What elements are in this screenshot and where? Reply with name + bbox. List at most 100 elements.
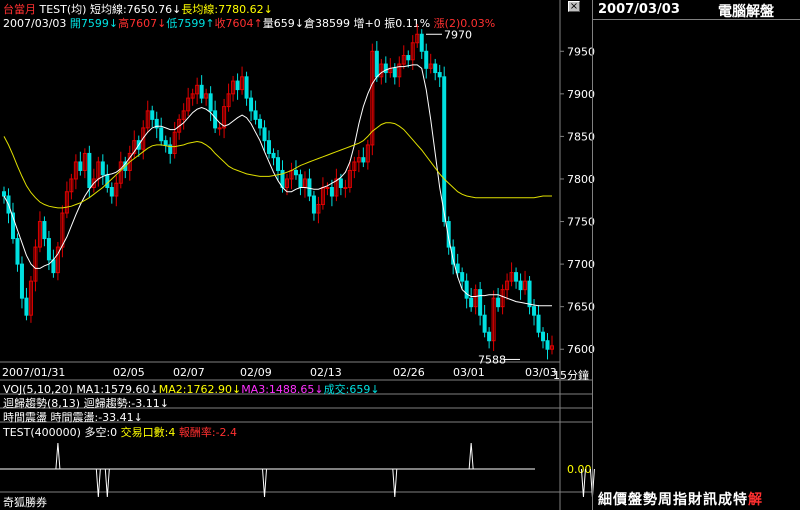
candle-body <box>343 186 348 189</box>
candle-body <box>460 272 465 282</box>
x-tick-label: 02/13 <box>310 366 342 379</box>
candle-body <box>276 157 280 171</box>
indicator-signal <box>95 468 101 498</box>
indicator-signal <box>104 468 110 498</box>
candle-body <box>329 186 334 197</box>
candle-body <box>249 97 254 112</box>
candle-body <box>325 186 330 189</box>
tab-5[interactable]: 指 <box>673 492 688 508</box>
candle-body <box>15 238 20 265</box>
panel-title: 電腦解盤 <box>718 4 774 20</box>
x-axis-period-label: 15分鐘 <box>553 369 589 382</box>
candle-body <box>532 306 537 316</box>
ind-test-part: TEST(400000) 多空:0 <box>3 426 121 439</box>
y-tick-label: 7600 <box>567 343 595 356</box>
indicator-signal <box>55 442 61 470</box>
tab-4[interactable]: 周 <box>658 492 673 508</box>
annotation-label: 7970 <box>444 28 472 41</box>
candle-body <box>159 127 164 142</box>
y-tick-label: 7900 <box>567 88 595 101</box>
candle-body <box>258 118 263 129</box>
panel-date: 2007/03/03 <box>598 2 680 17</box>
x-tick-label: 02/09 <box>240 366 272 379</box>
candle-body <box>19 263 24 299</box>
candle-body <box>496 297 501 308</box>
indicator-signal <box>262 468 268 498</box>
bottom-tab-bar: 細價盤勢周指財訊成特解 <box>598 489 763 509</box>
ind-test-part: 報酬率:-2.4 <box>178 426 238 439</box>
candle-body <box>42 221 47 240</box>
candle-body <box>545 340 550 350</box>
x-tick-label: 02/05 <box>113 366 145 379</box>
candle-body <box>150 110 155 120</box>
tab-6[interactable]: 財 <box>688 492 703 508</box>
candle-body <box>361 157 366 163</box>
candle-body <box>307 178 312 197</box>
tab-3[interactable]: 勢 <box>643 492 658 508</box>
candle-body <box>478 289 483 316</box>
candle-body <box>464 280 469 299</box>
candle-body <box>374 50 379 78</box>
candle-body <box>235 80 240 91</box>
candle-body <box>105 174 110 188</box>
candle-body <box>208 93 213 112</box>
candle-body <box>311 195 316 214</box>
y-tick-label: 7800 <box>567 173 595 186</box>
y-tick-label: 7700 <box>567 258 595 271</box>
time-oscillation-indicator: 時間震盪 時間震盪:-33.41↓ <box>3 411 143 424</box>
indicator-signal <box>392 468 398 498</box>
candle-body <box>100 161 105 176</box>
candle-body <box>78 161 83 171</box>
candle-body <box>518 280 523 291</box>
candle-body <box>262 127 267 142</box>
candle-body <box>527 280 532 308</box>
candle-body <box>217 127 222 130</box>
candle-body <box>253 110 258 120</box>
candle-body <box>338 178 343 188</box>
candle-body <box>469 297 474 308</box>
candle-body <box>271 152 276 159</box>
x-tick-label: 02/07 <box>173 366 205 379</box>
tab-2[interactable]: 盤 <box>628 492 643 508</box>
candle-body <box>383 63 388 74</box>
ind-voj-part: 成交:659↓ <box>323 383 380 396</box>
candle-body <box>298 174 303 188</box>
tab-9[interactable]: 特 <box>733 492 748 508</box>
x-tick-label: 03/01 <box>453 366 485 379</box>
candle-body <box>293 169 298 176</box>
brand-label: 奇狐勝券 <box>3 496 47 509</box>
y-tick-label: 7850 <box>567 130 595 143</box>
candle-body <box>2 191 6 197</box>
ind-test-part: 交易口數:4 <box>120 426 179 439</box>
y-tick-label: 7650 <box>567 301 595 314</box>
tab-1[interactable]: 價 <box>613 492 628 508</box>
tab-analysis[interactable]: 解 <box>748 492 763 508</box>
candle-body <box>46 238 51 261</box>
short-ma-line <box>3 64 552 307</box>
candle-body <box>244 76 249 99</box>
candle-body <box>392 67 397 78</box>
candle-body <box>424 50 429 69</box>
candle-body <box>199 84 204 99</box>
indicator-zero-label: 0.00 <box>567 463 592 476</box>
ind-voj-part: MA2:1762.90↓ <box>158 383 242 396</box>
candle-body <box>482 314 487 333</box>
right-panel: 2007/03/03 電腦解盤 <box>592 0 800 510</box>
x-tick-label: 02/26 <box>393 366 425 379</box>
candle-body <box>163 140 168 146</box>
candle-body <box>487 331 492 342</box>
x-tick-label: 03/03 <box>525 366 557 379</box>
candle-body <box>267 140 272 154</box>
candle-body <box>541 331 546 342</box>
candle-body <box>536 314 541 333</box>
y-tick-label: 7750 <box>567 216 595 229</box>
tab-7[interactable]: 訊 <box>703 492 718 508</box>
candle-body <box>442 76 447 223</box>
y-tick-label: 7950 <box>567 45 595 58</box>
candle-body <box>406 55 411 61</box>
tab-8[interactable]: 成 <box>718 492 733 508</box>
tab-0[interactable]: 細 <box>598 492 613 508</box>
candle-body <box>437 72 442 78</box>
x-tick-label: 2007/01/31 <box>2 366 65 379</box>
annotation-label: 7588 <box>478 353 506 366</box>
